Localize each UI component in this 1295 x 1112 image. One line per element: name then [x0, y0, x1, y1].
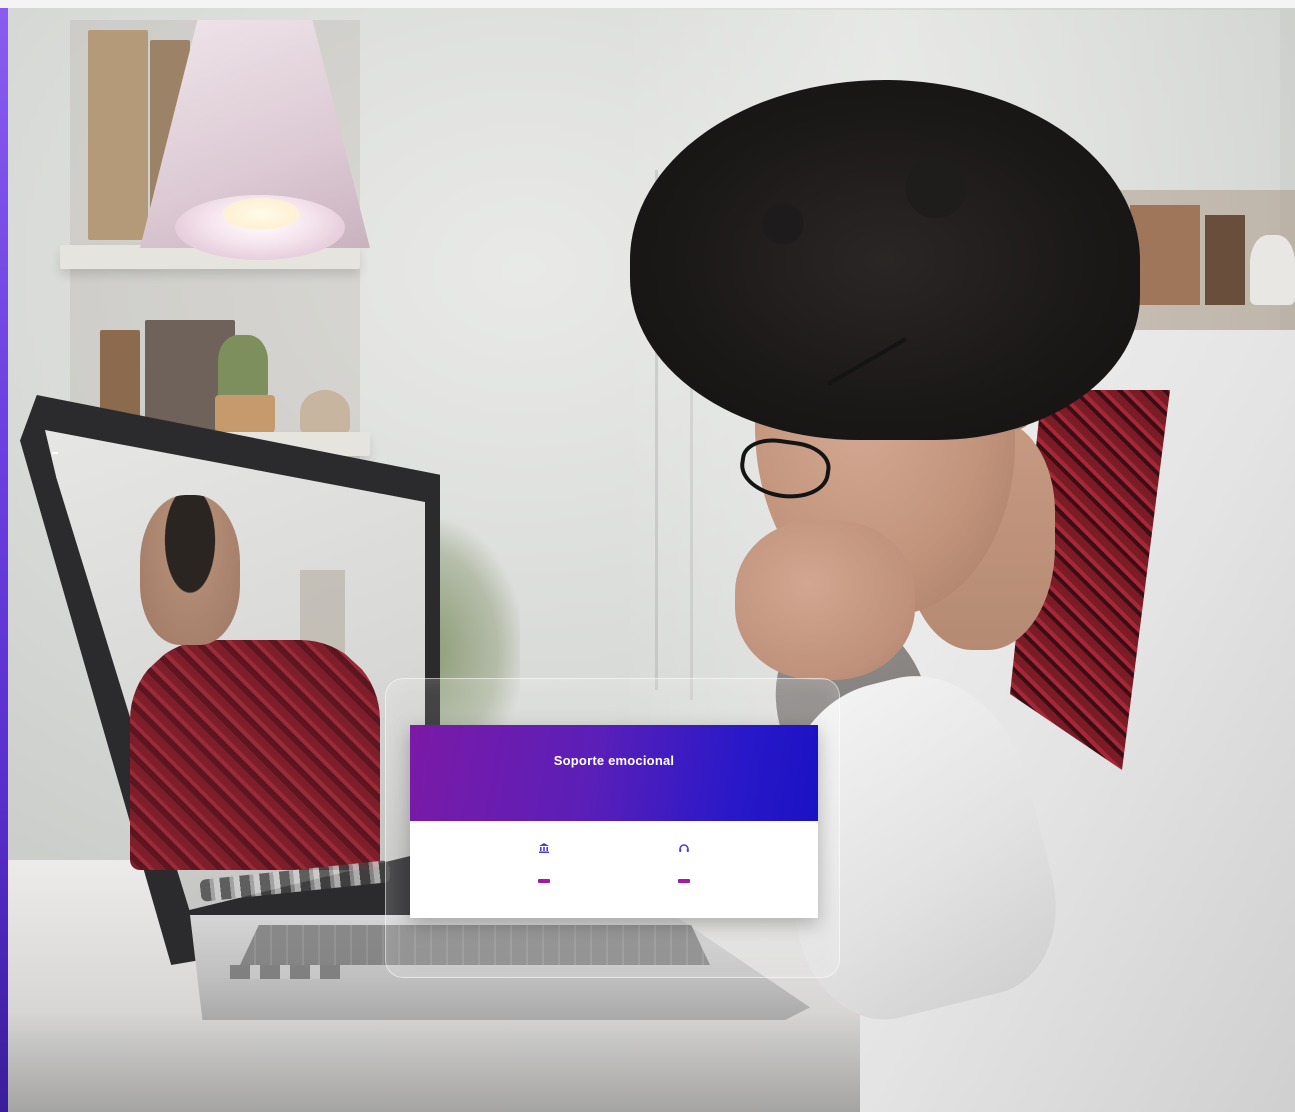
video-call-label — [52, 452, 58, 454]
service-column — [469, 841, 619, 886]
top-border — [0, 0, 1295, 8]
bank-icon — [538, 842, 550, 854]
decor-object — [1250, 235, 1295, 305]
cactus-plant — [218, 335, 268, 399]
book — [1205, 215, 1245, 305]
service-button[interactable] — [678, 879, 690, 883]
headset-icon — [678, 842, 690, 854]
book — [88, 30, 148, 240]
card-title: Soporte emocional — [553, 753, 675, 768]
laptop-ports — [230, 965, 340, 979]
service-button[interactable] — [538, 879, 550, 883]
curly-hair — [630, 80, 1140, 440]
video-call-person-head — [140, 495, 240, 645]
photo-scene: Soporte emocional — [0, 0, 1295, 1112]
book — [1130, 205, 1200, 305]
card-hero: Soporte emocional — [410, 725, 818, 821]
video-call-person-body — [130, 640, 380, 870]
support-card: Soporte emocional — [410, 725, 818, 918]
hand — [735, 520, 915, 680]
purple-edge-strip — [0, 0, 8, 1112]
service-column — [609, 841, 759, 886]
plant-pot — [215, 395, 275, 437]
decor-object — [300, 390, 350, 435]
lamp-bulb — [222, 198, 300, 230]
